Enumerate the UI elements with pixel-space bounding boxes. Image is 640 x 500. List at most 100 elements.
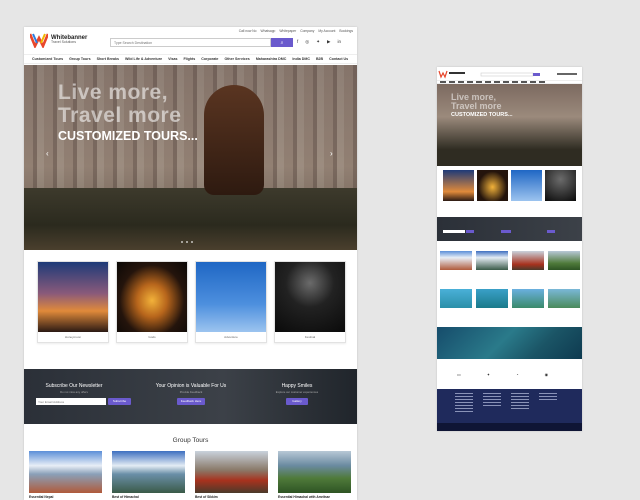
category-card-gods[interactable]: Gods xyxy=(116,261,188,343)
preview-hero-line3: CUSTOMIZED TOURS... xyxy=(451,112,513,118)
preview-header xyxy=(437,67,582,80)
smiles-sub: Explore our customer experiences xyxy=(275,390,319,394)
opinion-block: Your Opinion is Valuable For Us Provide … xyxy=(152,383,230,394)
slider-dot[interactable] xyxy=(191,241,193,243)
preview-hero: Live more, Travel more CUSTOMIZED TOURS.… xyxy=(437,84,582,166)
himachal-image xyxy=(112,451,185,493)
subscribe-button[interactable]: Subscribe xyxy=(108,398,131,405)
header: Whitebanner Travel Solutions Call now No… xyxy=(24,27,357,55)
feedback-button[interactable]: Feedback Here xyxy=(177,398,205,405)
subscribe-title: Subscribe Our Newsletter xyxy=(45,383,103,389)
group-tours-row: Essential Nepal Best of Himachal Best of… xyxy=(29,451,351,499)
feature-icon: ▭ xyxy=(457,372,461,377)
himachal-amritsar-image xyxy=(278,451,351,493)
slider-prev-icon[interactable]: ‹ xyxy=(46,149,49,158)
card-caption: Gods xyxy=(148,335,156,339)
feature-icon: ✦ xyxy=(486,372,491,377)
linkedin-icon[interactable]: in xyxy=(337,39,341,45)
group-tours-title: Group Tours xyxy=(172,437,209,444)
instagram-icon[interactable]: ◎ xyxy=(305,39,309,45)
newsletter-email-input[interactable] xyxy=(36,398,106,405)
toplink-whatsapp[interactable]: Whatsapp xyxy=(261,29,276,33)
gods-image xyxy=(117,262,187,332)
page-preview-thumbnail: Live more, Travel more CUSTOMIZED TOURS.… xyxy=(437,67,582,431)
nav-corporate[interactable]: Corporate xyxy=(201,57,218,61)
nav-wildlife[interactable]: Wild Life & Adventure xyxy=(125,57,162,61)
search-icon: ⌕ xyxy=(280,39,284,46)
toplink-bookings[interactable]: Bookings xyxy=(339,29,353,33)
opinion-title: Your Opinion is Valuable For Us xyxy=(155,383,227,389)
hero-headline-2: Travel more xyxy=(58,104,182,127)
card-caption: Adventure xyxy=(224,335,238,339)
category-card-festival[interactable]: Festival xyxy=(274,261,346,343)
nepal-image xyxy=(29,451,102,493)
toplink-company[interactable]: Company xyxy=(300,29,314,33)
opinion-sub: Provide Feedback xyxy=(179,390,203,394)
nav-other-services[interactable]: Other Services xyxy=(224,57,249,61)
preview-feature-icons: ▭ ✦ ◔ ◉ xyxy=(457,372,548,377)
nav-b2b[interactable]: B2B xyxy=(316,57,323,61)
nav-customized-tours[interactable]: Customized Tours xyxy=(32,57,63,61)
tour-name: Best of Himachal xyxy=(112,495,139,499)
search-button[interactable]: ⌕ xyxy=(271,38,293,47)
social-links: f ◎ ✦ ▶ in xyxy=(297,39,341,45)
nav-short-breaks[interactable]: Short Breaks xyxy=(97,57,119,61)
tour-name: Essential Nepal xyxy=(29,495,54,499)
nav-india-dmc[interactable]: India DMC xyxy=(292,57,310,61)
category-card-adventure[interactable]: Adventure xyxy=(195,261,267,343)
toplink-call[interactable]: Call now No xyxy=(239,29,257,33)
preview-tour-grid xyxy=(440,251,580,327)
preview-footer-bar xyxy=(437,423,582,431)
nav-contact[interactable]: Contact Us xyxy=(329,57,348,61)
slider-next-icon[interactable]: › xyxy=(330,149,333,158)
card-caption: Honeymoon xyxy=(64,335,82,339)
slider-dots xyxy=(181,241,193,243)
twitter-icon[interactable]: ✦ xyxy=(316,39,320,45)
newsletter-band: Subscribe Our Newsletter Do not miss any… xyxy=(24,369,357,424)
feature-icon: ◉ xyxy=(544,372,549,377)
hero-headline-1: Live more, xyxy=(58,81,169,104)
hero-slider[interactable]: Live more, Travel more CUSTOMIZED TOURS.… xyxy=(24,65,357,250)
tour-card-himachal-amritsar[interactable]: Essential Himachal with Amritsar xyxy=(278,451,351,499)
youtube-icon[interactable]: ▶ xyxy=(327,39,330,45)
nav-group-tours[interactable]: Group Tours xyxy=(69,57,91,61)
slider-dot[interactable] xyxy=(186,241,188,243)
preview-category-cards xyxy=(443,170,576,201)
top-links: Call now No Whatsapp Whitepaper Company … xyxy=(239,29,353,33)
card-caption: Festival xyxy=(304,335,316,339)
logo-mark xyxy=(28,32,50,50)
hero-subheadline: CUSTOMIZED TOURS... xyxy=(58,129,198,143)
tour-name: Essential Himachal with Amritsar xyxy=(278,495,330,499)
category-cards: Honeymoon Gods Adventure Festival xyxy=(37,261,346,343)
subscribe-block: Subscribe Our Newsletter Do not miss any… xyxy=(38,383,110,394)
brand-subtitle: Travel Solutions xyxy=(51,40,76,45)
nav-visas[interactable]: Visas xyxy=(168,57,177,61)
main-page: Whitebanner Travel Solutions Call now No… xyxy=(24,27,357,500)
preview-ocean-banner xyxy=(437,327,582,359)
main-nav: Customized Tours Group Tours Short Break… xyxy=(24,54,357,64)
search-bar: ⌕ xyxy=(110,38,293,47)
tour-card-himachal[interactable]: Best of Himachal xyxy=(112,451,185,499)
gallery-button[interactable]: Gallery xyxy=(286,398,308,405)
honeymoon-image xyxy=(38,262,108,332)
tour-card-nepal[interactable]: Essential Nepal xyxy=(29,451,102,499)
nav-maharashtra-dmc[interactable]: Maharashtra DMC xyxy=(256,57,287,61)
adventure-image xyxy=(196,262,266,332)
tour-name: Best of Sikkim xyxy=(195,495,218,499)
search-input[interactable] xyxy=(110,38,271,47)
logo[interactable]: Whitebanner Travel Solutions xyxy=(28,32,87,50)
festival-image xyxy=(275,262,345,332)
toplink-account[interactable]: My Account xyxy=(318,29,335,33)
tour-card-sikkim[interactable]: Best of Sikkim xyxy=(195,451,268,499)
slider-dot[interactable] xyxy=(181,241,183,243)
hero-image-person xyxy=(204,85,264,195)
toplink-whitepaper[interactable]: Whitepaper xyxy=(279,29,296,33)
category-card-honeymoon[interactable]: Honeymoon xyxy=(37,261,109,343)
nav-flights[interactable]: Flights xyxy=(183,57,195,61)
subscribe-sub: Do not miss any offers xyxy=(60,390,88,394)
smiles-title: Happy Smiles xyxy=(281,383,313,389)
facebook-icon[interactable]: f xyxy=(297,39,298,45)
preview-hero-line2: Travel more xyxy=(451,101,502,111)
smiles-block: Happy Smiles Explore our customer experi… xyxy=(269,383,325,394)
preview-newsletter-band xyxy=(437,217,582,241)
